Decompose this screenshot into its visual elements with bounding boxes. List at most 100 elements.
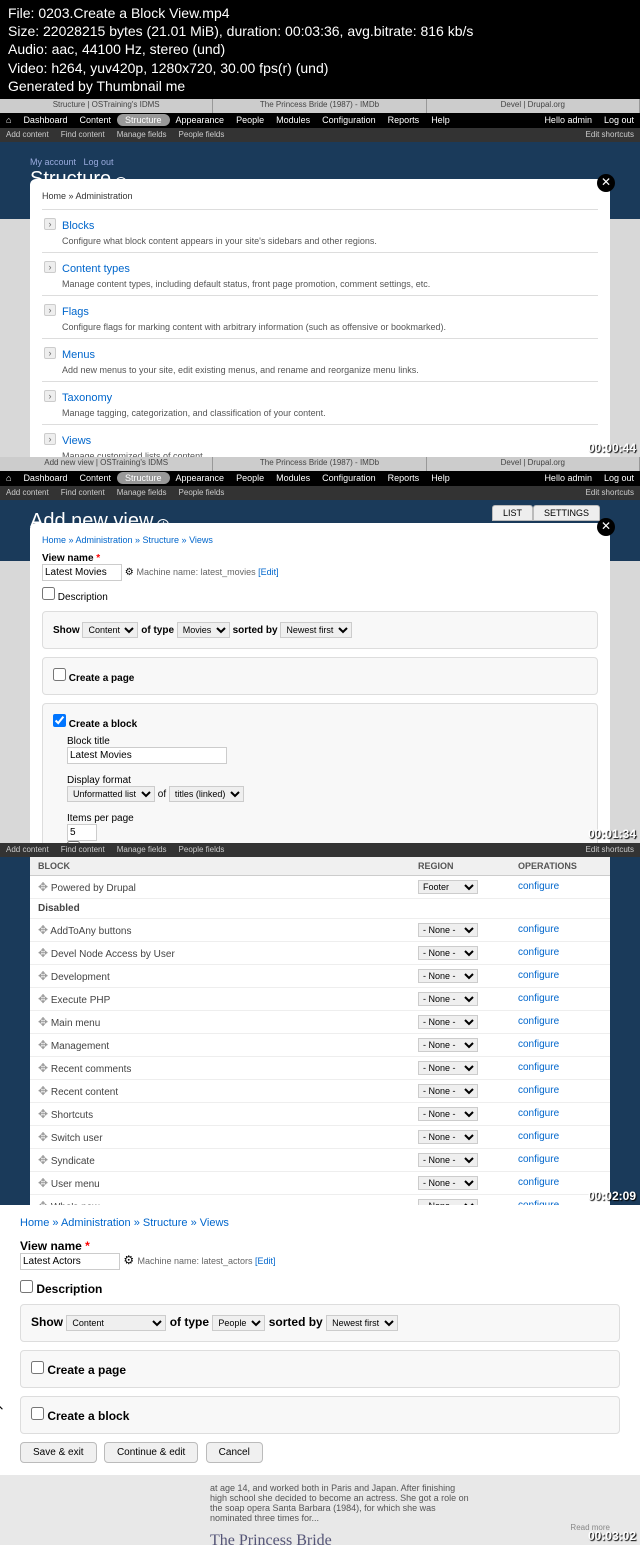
- close-icon[interactable]: ✕: [597, 174, 615, 192]
- tab[interactable]: Structure | OSTraining's IDMS: [0, 99, 213, 113]
- type-select[interactable]: People: [212, 1315, 265, 1331]
- sc-find[interactable]: Find content: [55, 130, 111, 139]
- structure-item[interactable]: ›TaxonomyManage tagging, categorization,…: [42, 381, 598, 424]
- create-page-checkbox[interactable]: [31, 1361, 44, 1374]
- configure-link[interactable]: configure: [518, 947, 559, 958]
- items-per-page-input[interactable]: [67, 824, 97, 841]
- nav-content[interactable]: Content: [73, 115, 117, 125]
- configure-link[interactable]: configure: [518, 970, 559, 981]
- configure-link[interactable]: configure: [518, 1062, 559, 1073]
- region-select[interactable]: - None -: [418, 923, 478, 937]
- sc-people[interactable]: People fields: [173, 130, 231, 139]
- nav-help[interactable]: Help: [425, 115, 456, 125]
- nav-reports[interactable]: Reports: [382, 115, 426, 125]
- edit-machine-name[interactable]: [Edit]: [258, 567, 279, 577]
- home-icon[interactable]: ⌂: [0, 115, 17, 125]
- sort-select[interactable]: Newest first: [326, 1315, 398, 1331]
- region-select[interactable]: Footer: [418, 880, 478, 894]
- settings-tab[interactable]: SETTINGS: [533, 505, 600, 521]
- configure-link[interactable]: configure: [518, 993, 559, 1004]
- show-select[interactable]: Content: [82, 622, 138, 638]
- nav-dashboard[interactable]: Dashboard: [17, 115, 73, 125]
- configure-link[interactable]: configure: [518, 1154, 559, 1165]
- item-link[interactable]: Taxonomy: [62, 392, 112, 404]
- nav-modules[interactable]: Modules: [270, 115, 316, 125]
- view-name-input[interactable]: [42, 564, 122, 581]
- structure-item[interactable]: ›FlagsConfigure flags for marking conten…: [42, 295, 598, 338]
- tab[interactable]: Add new view | OSTraining's IDMS: [0, 457, 213, 471]
- structure-item[interactable]: ›BlocksConfigure what block content appe…: [42, 209, 598, 252]
- region-select[interactable]: - None -: [418, 1038, 478, 1052]
- gear-icon[interactable]: ⚙: [123, 1253, 134, 1267]
- region-select[interactable]: - None -: [418, 1084, 478, 1098]
- region-select[interactable]: - None -: [418, 969, 478, 983]
- hello-admin[interactable]: Hello admin: [538, 115, 598, 125]
- configure-link[interactable]: configure: [518, 1085, 559, 1096]
- configure-link[interactable]: configure: [518, 1177, 559, 1188]
- region-select[interactable]: - None -: [418, 1176, 478, 1190]
- save-exit-button[interactable]: Save & exit: [20, 1442, 97, 1463]
- item-link[interactable]: Menus: [62, 349, 95, 361]
- block-title-input[interactable]: [67, 747, 227, 764]
- create-block-checkbox[interactable]: [53, 714, 66, 727]
- tab[interactable]: Devel | Drupal.org: [427, 99, 640, 113]
- item-link[interactable]: Flags: [62, 306, 89, 318]
- drag-icon[interactable]: ✥: [38, 1015, 48, 1029]
- drag-icon[interactable]: ✥: [38, 992, 48, 1006]
- list-tab[interactable]: LIST: [492, 505, 533, 521]
- drag-icon[interactable]: ✥: [38, 1038, 48, 1052]
- edit-machine-name[interactable]: [Edit]: [255, 1256, 276, 1266]
- type-select[interactable]: Movies: [177, 622, 230, 638]
- drag-icon[interactable]: ✥: [38, 1176, 48, 1190]
- configure-link[interactable]: configure: [518, 1108, 559, 1119]
- item-link[interactable]: Views: [62, 435, 91, 447]
- home-icon[interactable]: ⌂: [0, 473, 17, 483]
- format-select[interactable]: Unformatted list: [67, 786, 155, 802]
- cancel-button[interactable]: Cancel: [206, 1442, 263, 1463]
- region-select[interactable]: - None -: [418, 1153, 478, 1167]
- item-link[interactable]: Content types: [62, 263, 130, 275]
- description-checkbox[interactable]: [42, 587, 55, 600]
- drag-icon[interactable]: ✥: [38, 1107, 48, 1121]
- region-select[interactable]: - None -: [418, 946, 478, 960]
- edit-shortcuts[interactable]: Edit shortcuts: [580, 130, 640, 139]
- structure-item[interactable]: ›ViewsManage customized lists of content…: [42, 424, 598, 457]
- description-checkbox[interactable]: [20, 1280, 33, 1293]
- region-select[interactable]: - None -: [418, 1061, 478, 1075]
- of-select[interactable]: titles (linked): [169, 786, 244, 802]
- create-block-checkbox[interactable]: [31, 1407, 44, 1420]
- region-select[interactable]: - None -: [418, 1015, 478, 1029]
- structure-item[interactable]: ›Content typesManage content types, incl…: [42, 252, 598, 295]
- region-select[interactable]: - None -: [418, 992, 478, 1006]
- close-icon[interactable]: ✕: [597, 518, 615, 536]
- nav-config[interactable]: Configuration: [316, 115, 382, 125]
- sc-fields[interactable]: Manage fields: [111, 130, 173, 139]
- configure-link[interactable]: configure: [518, 1016, 559, 1027]
- view-name-input[interactable]: [20, 1253, 120, 1270]
- drag-icon[interactable]: ✥: [38, 1084, 48, 1098]
- nav-people[interactable]: People: [230, 115, 270, 125]
- configure-link[interactable]: configure: [518, 924, 559, 935]
- drag-icon[interactable]: ✥: [38, 880, 48, 894]
- item-link[interactable]: Blocks: [62, 220, 94, 232]
- drag-icon[interactable]: ✥: [38, 1130, 48, 1144]
- region-select[interactable]: - None -: [418, 1107, 478, 1121]
- gear-icon[interactable]: ⚙: [125, 567, 134, 578]
- create-page-checkbox[interactable]: [53, 668, 66, 681]
- sort-select[interactable]: Newest first: [280, 622, 352, 638]
- sc-add[interactable]: Add content: [0, 130, 55, 139]
- structure-item[interactable]: ›MenusAdd new menus to your site, edit e…: [42, 338, 598, 381]
- nav-appearance[interactable]: Appearance: [170, 115, 231, 125]
- region-select[interactable]: - None -: [418, 1130, 478, 1144]
- logout[interactable]: Log out: [598, 115, 640, 125]
- nav-structure[interactable]: Structure: [117, 114, 170, 126]
- configure-link[interactable]: configure: [518, 881, 559, 892]
- tab[interactable]: The Princess Bride (1987) - IMDb: [213, 99, 426, 113]
- configure-link[interactable]: configure: [518, 1039, 559, 1050]
- drag-icon[interactable]: ✥: [38, 1153, 48, 1167]
- show-select[interactable]: Content: [66, 1315, 166, 1331]
- drag-icon[interactable]: ✥: [38, 1061, 48, 1075]
- configure-link[interactable]: configure: [518, 1131, 559, 1142]
- continue-edit-button[interactable]: Continue & edit: [104, 1442, 198, 1463]
- drag-icon[interactable]: ✥: [38, 969, 48, 983]
